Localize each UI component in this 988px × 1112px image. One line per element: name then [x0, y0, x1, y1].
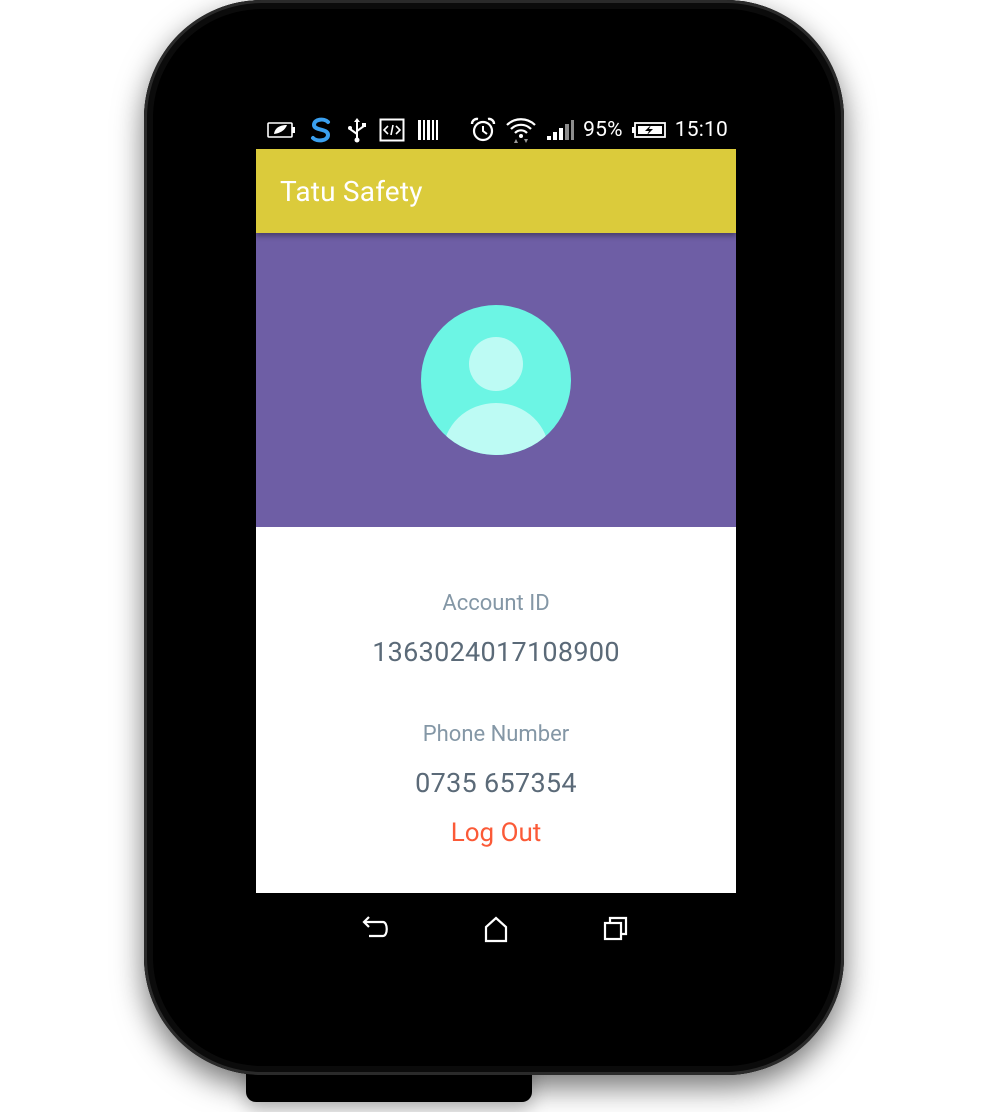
barcode-icon — [416, 117, 440, 143]
person-icon — [421, 305, 571, 455]
profile-header — [256, 233, 736, 527]
clock: 15:10 — [674, 118, 728, 142]
avatar-head — [469, 337, 523, 391]
recents-icon[interactable] — [594, 907, 638, 951]
navigation-bar — [256, 893, 736, 965]
battery-charging-icon — [631, 117, 667, 143]
battery-percent: 95% — [583, 118, 623, 142]
phone-number-value: 0735 657354 — [415, 767, 577, 799]
back-icon[interactable] — [354, 907, 398, 951]
status-bar: 95% 15:10 — [256, 111, 736, 149]
account-info: Account ID 1363024017108900 Phone Number… — [256, 527, 736, 893]
alarm-icon — [469, 117, 497, 143]
home-icon[interactable] — [474, 907, 518, 951]
phone-number-label: Phone Number — [422, 722, 570, 747]
battery-leaf-icon — [266, 117, 296, 143]
wifi-icon — [505, 117, 537, 143]
app-title: Tatu Safety — [280, 174, 423, 208]
logout-button[interactable]: Log Out — [256, 818, 736, 848]
s-app-icon — [307, 117, 335, 143]
app-bar: Tatu Safety — [256, 149, 736, 233]
signal-icon — [545, 117, 575, 143]
code-icon — [379, 117, 405, 143]
screen: 95% 15:10 Tatu Safety Account ID 1363024… — [256, 111, 736, 893]
account-id-label: Account ID — [442, 591, 550, 616]
account-id-value: 1363024017108900 — [372, 636, 620, 668]
usb-icon — [346, 117, 368, 143]
avatar-body — [443, 403, 549, 455]
